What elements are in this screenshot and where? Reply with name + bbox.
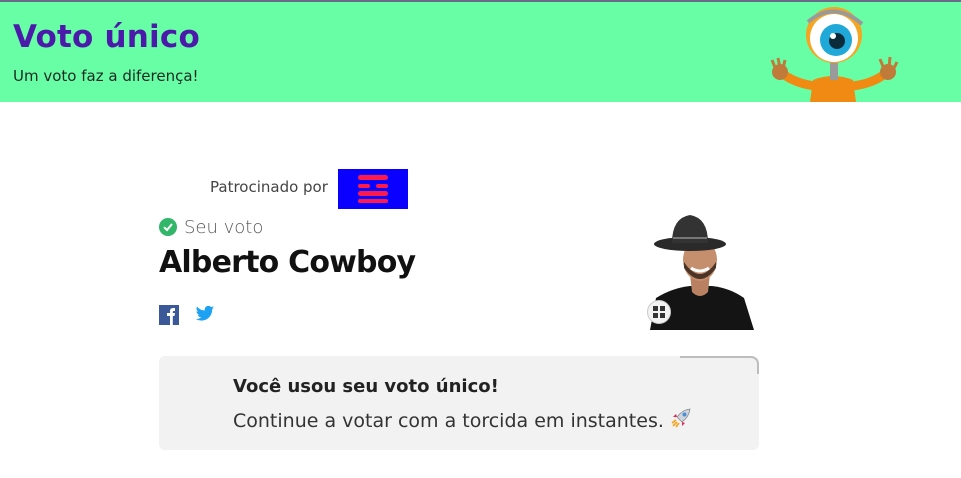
page-title: Voto único xyxy=(13,19,200,55)
notice-title: Você usou seu voto único! xyxy=(233,376,499,397)
twitter-icon[interactable] xyxy=(195,305,215,325)
sponsor-label: Patrocinado por xyxy=(210,178,328,196)
page-header: Voto único Um voto faz a diferença! xyxy=(0,2,961,102)
notice-text: Continue a votar com a torcida em instan… xyxy=(233,410,664,432)
page-subtitle: Um voto faz a diferença! xyxy=(13,67,199,85)
rocket-icon xyxy=(670,407,692,434)
candidate-name: Alberto Cowboy xyxy=(159,245,416,280)
check-circle-icon xyxy=(159,218,177,236)
expand-icon xyxy=(653,306,665,318)
notice-text-row: Continue a votar com a torcida em instan… xyxy=(233,407,692,434)
expand-photo-button[interactable] xyxy=(647,300,671,324)
vote-used-notice: Você usou seu voto único! Continue a vot… xyxy=(159,356,759,450)
your-vote-row: Seu voto xyxy=(159,216,263,238)
share-buttons xyxy=(159,305,215,325)
your-vote-label: Seu voto xyxy=(184,216,264,238)
facebook-icon[interactable] xyxy=(159,305,179,325)
notice-corner-decoration xyxy=(680,356,759,374)
sponsor-logo[interactable] xyxy=(338,169,408,209)
big-brother-eye-mascot-icon xyxy=(758,2,908,102)
